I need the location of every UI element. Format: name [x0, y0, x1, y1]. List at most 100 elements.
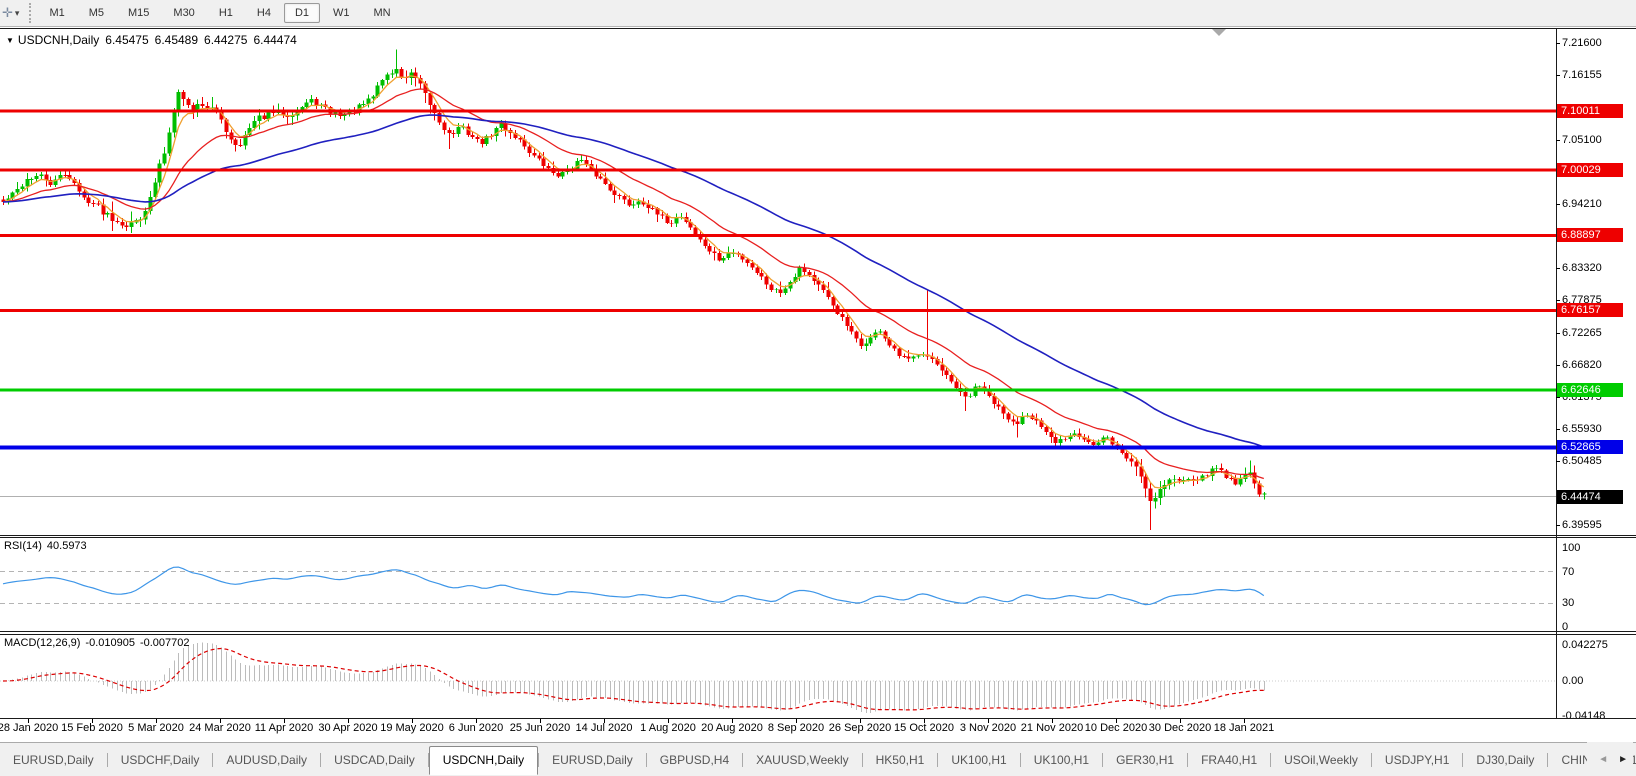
price-tick-mark: [1556, 397, 1560, 398]
date-tick-mark: [732, 719, 733, 723]
tab-xauusd-weekly[interactable]: XAUUSD,Weekly: [743, 748, 861, 772]
tab-uk100-h1[interactable]: UK100,H1: [1021, 748, 1102, 772]
price-tick-mark: [1556, 333, 1560, 334]
date-label: 26 Sep 2020: [829, 722, 891, 734]
date-label: 15 Oct 2020: [894, 722, 954, 734]
current-price-badge: 6.44474: [1557, 490, 1623, 504]
date-label: 1 Aug 2020: [640, 722, 696, 734]
rsi-name: RSI(14): [4, 540, 42, 552]
rsi-bottom-border: [0, 631, 1636, 632]
date-tick-mark: [604, 719, 605, 723]
tab-usdjpy-h1[interactable]: USDJPY,H1: [1372, 748, 1462, 772]
rsi-axis-label: 100: [1562, 542, 1580, 554]
price-tick-mark: [1556, 429, 1560, 430]
rsi-value: 40.5973: [47, 540, 87, 552]
price-tick-mark: [1556, 75, 1560, 76]
tab-eurusd-daily[interactable]: EURUSD,Daily: [0, 748, 107, 772]
price-tick-label: 6.66820: [1562, 359, 1602, 372]
price-line-badge: 6.62646: [1557, 383, 1623, 397]
macd-top-border: [0, 634, 1636, 635]
macd-axis-label: -0.04148: [1562, 710, 1605, 722]
window-menu-icon[interactable]: ▼: [6, 36, 14, 45]
tab-gbpusd-h4[interactable]: GBPUSD,H4: [647, 748, 742, 772]
date-label: 24 Mar 2020: [189, 722, 251, 734]
date-label: 19 May 2020: [380, 722, 444, 734]
date-label: 15 Feb 2020: [61, 722, 123, 734]
date-tick-mark: [540, 719, 541, 723]
chart-title: ▼USDCNH,Daily6.454756.454896.442756.4447…: [6, 33, 297, 47]
date-tick-mark: [796, 719, 797, 723]
quote-open: 6.45475: [105, 33, 148, 47]
quote-close: 6.44474: [253, 33, 296, 47]
date-tick-mark: [1052, 719, 1053, 723]
date-tick-mark: [220, 719, 221, 723]
price-tick-label: 6.39595: [1562, 519, 1602, 532]
tab-ger30-h1[interactable]: GER30,H1: [1103, 748, 1187, 772]
tab-audusd-daily[interactable]: AUDUSD,Daily: [213, 748, 320, 772]
price-tick-label: 6.72265: [1562, 327, 1602, 340]
date-label: 5 Mar 2020: [128, 722, 184, 734]
tab-hk50-h1[interactable]: HK50,H1: [863, 748, 938, 772]
price-tick-mark: [1556, 461, 1560, 462]
quote-low: 6.44275: [204, 33, 247, 47]
price-tick-label: 6.83320: [1562, 262, 1602, 275]
autoscroll-marker-icon[interactable]: [1212, 29, 1226, 36]
quote-high: 6.45489: [155, 33, 198, 47]
price-tick-mark: [1556, 43, 1560, 44]
tab-usdcad-daily[interactable]: USDCAD,Daily: [321, 748, 428, 772]
date-tick-mark: [284, 719, 285, 723]
tab-uk100-h1[interactable]: UK100,H1: [938, 748, 1019, 772]
price-tick-label: 6.50485: [1562, 455, 1602, 468]
macd-main-value: -0.010905: [85, 637, 135, 649]
price-line-badge: 6.76157: [1557, 303, 1623, 317]
date-label: 21 Nov 2020: [1021, 722, 1083, 734]
chart-tab-bar: EURUSD,DailyUSDCHF,DailyAUDUSD,DailyUSDC…: [0, 742, 1636, 776]
date-tick-mark: [924, 719, 925, 723]
tab-eurusd-daily[interactable]: EURUSD,Daily: [539, 748, 646, 772]
chart-top-border: [0, 28, 1636, 29]
tab-usdcnh-daily[interactable]: USDCNH,Daily: [429, 746, 538, 775]
tab-usoil-weekly[interactable]: USOil,Weekly: [1271, 748, 1371, 772]
date-tick-mark: [412, 719, 413, 723]
tab-scroll-right-icon[interactable]: ►: [1618, 754, 1628, 765]
macd-label: MACD(12,26,9)-0.010905-0.007702: [4, 637, 190, 649]
date-label: 30 Dec 2020: [1149, 722, 1211, 734]
date-label: 28 Jan 2020: [0, 722, 58, 734]
macd-axis-label: 0.042275: [1562, 639, 1608, 651]
tab-scroll-left-icon[interactable]: ◄: [1598, 754, 1608, 765]
macd-bottom-border: [0, 718, 1636, 719]
date-tick-mark: [988, 719, 989, 723]
price-tick-label: 7.16155: [1562, 69, 1602, 82]
rsi-label: RSI(14) 40.5973: [4, 540, 87, 552]
date-tick-mark: [860, 719, 861, 723]
date-tick-mark: [476, 719, 477, 723]
date-tick-mark: [28, 719, 29, 723]
chart-canvas[interactable]: [0, 0, 1636, 776]
date-tick-mark: [92, 719, 93, 723]
price-tick-mark: [1556, 365, 1560, 366]
rsi-top-border: [0, 537, 1636, 538]
tab-dj30-daily[interactable]: DJ30,Daily: [1463, 748, 1547, 772]
date-label: 14 Jul 2020: [576, 722, 633, 734]
tab-scroll-arrows: ◄ ►: [1587, 742, 1633, 776]
date-label: 8 Sep 2020: [768, 722, 824, 734]
date-tick-mark: [156, 719, 157, 723]
rsi-axis-label: 30: [1562, 597, 1574, 609]
price-tick-label: 6.55930: [1562, 423, 1602, 436]
tab-usdchf-daily[interactable]: USDCHF,Daily: [108, 748, 213, 772]
price-line-badge: 6.52865: [1557, 440, 1623, 454]
macd-signal-value: -0.007702: [140, 637, 190, 649]
tab-fra40-h1[interactable]: FRA40,H1: [1188, 748, 1270, 772]
price-axis[interactable]: [1556, 28, 1636, 718]
price-line-badge: 7.00029: [1557, 163, 1623, 177]
date-tick-mark: [1180, 719, 1181, 723]
date-label: 25 Jun 2020: [510, 722, 571, 734]
price-tick-mark: [1556, 140, 1560, 141]
price-tick-label: 6.94210: [1562, 198, 1602, 211]
price-tick-mark: [1556, 204, 1560, 205]
trading-platform-window: ✛ ▾ M1M5M15M30H1H4D1W1MN ▼USDCNH,Daily6.…: [0, 0, 1636, 776]
rsi-axis-label: 70: [1562, 566, 1574, 578]
date-tick-mark: [668, 719, 669, 723]
chart-bottom-border: [0, 535, 1636, 536]
date-label: 18 Jan 2021: [1214, 722, 1275, 734]
